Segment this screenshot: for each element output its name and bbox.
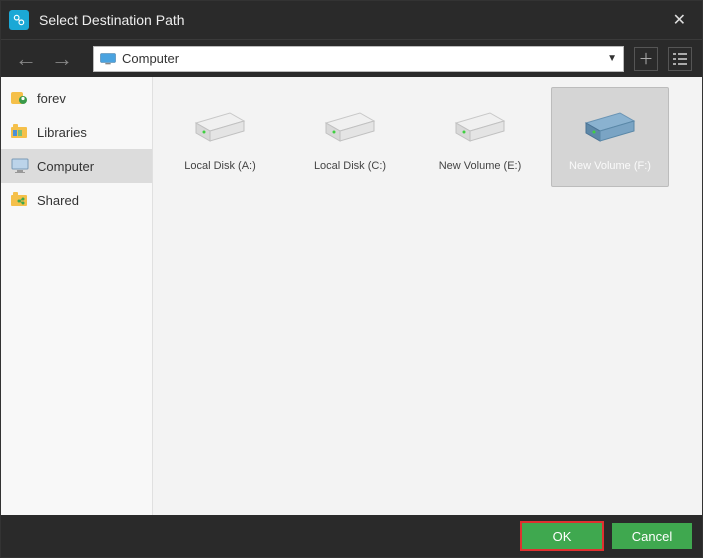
computer-icon [100, 53, 116, 65]
drive-volume-f[interactable]: New Volume (F:) [551, 87, 669, 187]
sidebar-item-label: Libraries [37, 125, 87, 140]
shared-icon [11, 192, 29, 208]
ok-button[interactable]: OK [522, 523, 602, 549]
disk-icon [320, 102, 380, 152]
window-title: Select Destination Path [39, 12, 665, 28]
toolbar: ← → Computer ▼ ＋ [1, 39, 702, 77]
view-list-button[interactable] [668, 47, 692, 71]
sidebar-item-computer[interactable]: Computer [1, 149, 152, 183]
drive-local-c[interactable]: Local Disk (C:) [291, 87, 409, 187]
drive-local-a[interactable]: Local Disk (A:) [161, 87, 279, 187]
disk-icon [580, 102, 640, 152]
sidebar-item-label: Computer [37, 159, 94, 174]
path-current: Computer [122, 51, 179, 66]
footer: OK Cancel [1, 515, 702, 557]
cancel-button[interactable]: Cancel [612, 523, 692, 549]
app-icon [9, 10, 29, 30]
drive-grid: Local Disk (A:) Local Disk (C:) New Volu… [153, 77, 702, 515]
computer-icon [11, 158, 29, 174]
sidebar-item-label: forev [37, 91, 66, 106]
sidebar-item-shared[interactable]: Shared [1, 183, 152, 217]
disk-icon [450, 102, 510, 152]
new-folder-button[interactable]: ＋ [634, 47, 658, 71]
sidebar-item-label: Shared [37, 193, 79, 208]
sidebar-item-libraries[interactable]: Libraries [1, 115, 152, 149]
drive-label: New Volume (E:) [439, 160, 522, 172]
forward-icon[interactable]: → [47, 46, 77, 72]
drive-label: Local Disk (C:) [314, 160, 386, 172]
dropdown-icon[interactable]: ▼ [607, 53, 617, 64]
drive-label: Local Disk (A:) [184, 160, 256, 172]
libraries-icon [11, 124, 29, 140]
drive-label: New Volume (F:) [569, 160, 651, 172]
back-icon[interactable]: ← [11, 46, 41, 72]
sidebar-item-user[interactable]: forev [1, 81, 152, 115]
user-icon [11, 90, 29, 106]
path-bar[interactable]: Computer ▼ [93, 46, 624, 72]
title-bar: Select Destination Path ✕ [1, 1, 702, 39]
sidebar: forev Libraries Computer Shared [1, 77, 153, 515]
drive-volume-e[interactable]: New Volume (E:) [421, 87, 539, 187]
disk-icon [190, 102, 250, 152]
close-icon[interactable]: ✕ [665, 6, 694, 34]
